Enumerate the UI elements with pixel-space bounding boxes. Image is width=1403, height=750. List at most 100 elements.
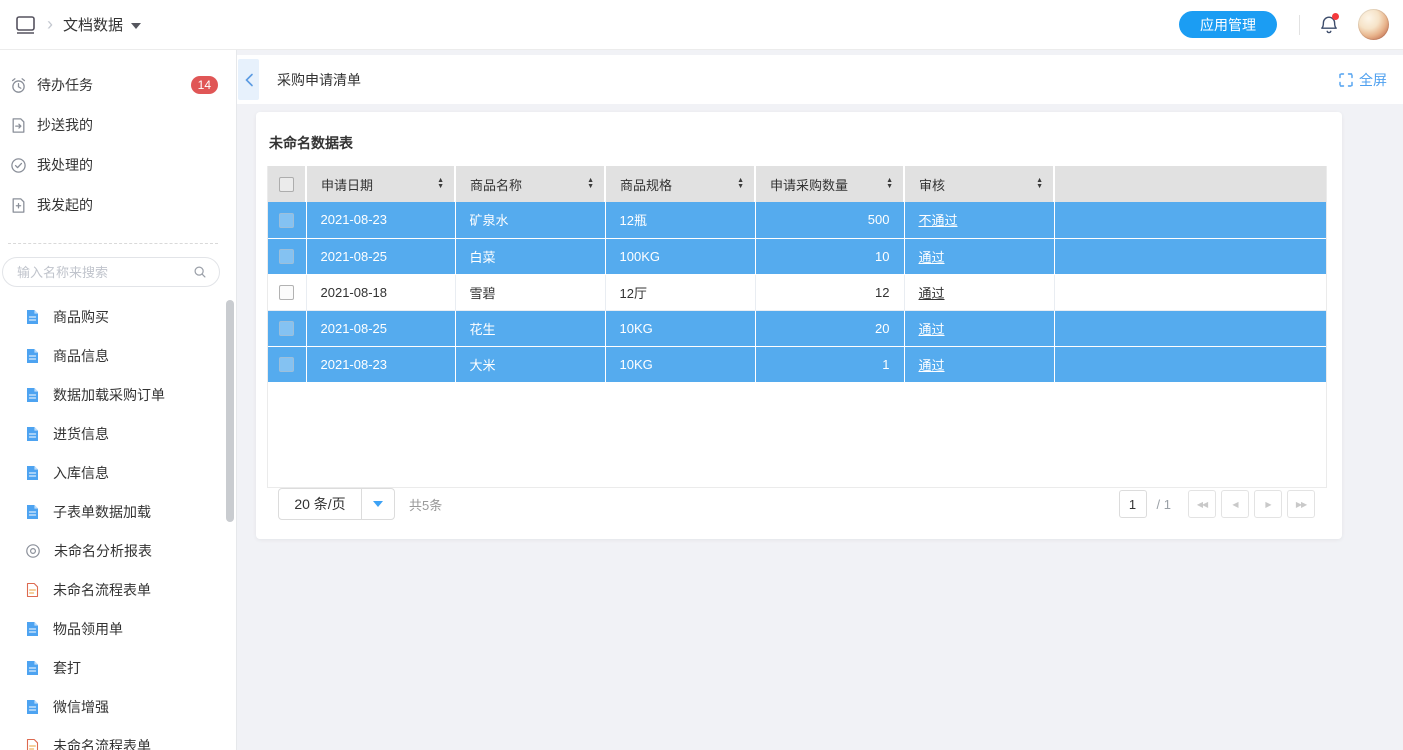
sidebar-form-label: 入库信息 — [53, 463, 109, 483]
row-checkbox[interactable] — [279, 357, 294, 372]
doc-icon — [25, 465, 40, 481]
cell-product-name: 矿泉水 — [455, 202, 605, 238]
doc-forward-icon — [10, 117, 27, 134]
prev-page-button[interactable]: ◀ — [1221, 490, 1249, 518]
audit-link[interactable]: 不通过 — [919, 213, 958, 228]
sort-icon[interactable] — [437, 178, 444, 190]
table-title: 未命名数据表 — [269, 133, 1327, 153]
sidebar-item-handled-by-me[interactable]: 我处理的 — [0, 145, 236, 185]
audit-link[interactable]: 通过 — [919, 358, 945, 373]
sidebar-form-label: 进货信息 — [53, 424, 109, 444]
table-row[interactable]: 2021-08-25 白菜 100KG 10 通过 — [268, 238, 1326, 274]
column-label: 申请采购数量 — [770, 178, 848, 193]
column-header[interactable]: 商品规格 — [605, 166, 755, 202]
column-header[interactable]: 申请采购数量 — [755, 166, 904, 202]
cell-apply-date: 2021-08-23 — [306, 202, 455, 238]
sort-icon[interactable] — [737, 178, 744, 190]
audit-link[interactable]: 通过 — [919, 250, 945, 265]
sidebar-form-item[interactable]: 微信增强 — [0, 687, 236, 726]
table-row[interactable]: 2021-08-25 花生 10KG 20 通过 — [268, 310, 1326, 346]
sidebar-form-item[interactable]: 数据加载采购订单 — [0, 375, 236, 414]
breadcrumb-label: 文档数据 — [63, 14, 123, 35]
page-title: 采购申请清单 — [277, 70, 361, 90]
sidebar-form-item[interactable]: 物品领用单 — [0, 609, 236, 648]
doc-icon — [25, 348, 40, 364]
sidebar-form-item[interactable]: 未命名分析报表 — [0, 531, 236, 570]
sidebar-form-label: 未命名流程表单 — [53, 736, 151, 750]
row-checkbox[interactable] — [279, 213, 294, 228]
cell-product-spec: 100KG — [605, 238, 755, 274]
sidebar-form-label: 套打 — [53, 658, 81, 678]
sidebar-form-item[interactable]: 套打 — [0, 648, 236, 687]
column-header[interactable] — [268, 166, 306, 202]
app-manage-button[interactable]: 应用管理 — [1179, 11, 1277, 38]
sidebar-item-cc-to-me[interactable]: 抄送我的 — [0, 105, 236, 145]
table-row[interactable]: 2021-08-23 矿泉水 12瓶 500 不通过 — [268, 202, 1326, 238]
sidebar-scrollbar[interactable] — [226, 300, 234, 522]
sidebar-form-item[interactable]: 入库信息 — [0, 453, 236, 492]
cell-apply-date: 2021-08-25 — [306, 310, 455, 346]
sort-icon[interactable] — [886, 178, 893, 190]
table-row[interactable]: 2021-08-23 大米 10KG 1 通过 — [268, 346, 1326, 382]
sidebar-item-label: 抄送我的 — [37, 115, 93, 135]
doc-icon — [25, 699, 40, 715]
select-all-checkbox[interactable] — [279, 177, 294, 192]
doc-icon — [25, 426, 40, 442]
search-input[interactable] — [17, 265, 193, 280]
fullscreen-button[interactable]: 全屏 — [1339, 70, 1387, 90]
last-page-button[interactable]: ▶▶ — [1287, 490, 1315, 518]
sidebar-form-item[interactable]: 进货信息 — [0, 414, 236, 453]
page-number-input[interactable]: 1 — [1119, 490, 1147, 518]
column-label: 审核 — [919, 178, 945, 193]
sidebar-form-item[interactable]: 子表单数据加载 — [0, 492, 236, 531]
avatar[interactable] — [1358, 9, 1389, 40]
column-header[interactable]: 审核 — [904, 166, 1054, 202]
sidebar-form-label: 未命名分析报表 — [54, 541, 152, 561]
data-table: 申请日期 商品名称 — [267, 166, 1327, 488]
chevron-left-icon — [244, 73, 254, 87]
workspace-icon[interactable] — [14, 14, 37, 36]
back-button[interactable] — [238, 59, 259, 100]
sidebar-form-item[interactable]: 未命名流程表单 — [0, 570, 236, 609]
sidebar-form-item[interactable]: 商品信息 — [0, 336, 236, 375]
first-page-button[interactable]: ◀◀ — [1188, 490, 1216, 518]
breadcrumb[interactable]: 文档数据 — [63, 14, 141, 35]
table-header-row: 申请日期 商品名称 — [268, 166, 1326, 202]
column-label: 申请日期 — [321, 178, 373, 193]
check-circle-icon — [10, 157, 27, 174]
search-icon[interactable] — [193, 264, 207, 280]
column-header[interactable]: 申请日期 — [306, 166, 455, 202]
sidebar-form-label: 子表单数据加载 — [53, 502, 151, 522]
sidebar-item-started-by-me[interactable]: 我发起的 — [0, 185, 236, 225]
table-row[interactable]: 2021-08-18 雪碧 12厅 12 通过 — [268, 274, 1326, 310]
fullscreen-icon — [1339, 73, 1353, 87]
main-area: 采购申请清单 全屏 未命名数据表 — [237, 50, 1403, 750]
doc-icon — [25, 387, 40, 403]
column-label: 商品规格 — [620, 178, 672, 193]
todo-count-badge: 14 — [191, 76, 218, 94]
sort-icon[interactable] — [587, 178, 594, 190]
fullscreen-label: 全屏 — [1359, 70, 1387, 90]
column-header[interactable] — [1054, 166, 1326, 202]
sidebar-item-todo-tasks[interactable]: 待办任务 14 — [0, 65, 236, 105]
row-checkbox[interactable] — [279, 249, 294, 264]
notification-bell-icon[interactable] — [1318, 14, 1340, 36]
sort-icon[interactable] — [1036, 178, 1043, 190]
audit-link[interactable]: 通过 — [919, 286, 945, 301]
cell-extra — [1054, 202, 1326, 238]
row-checkbox[interactable] — [279, 285, 294, 300]
page-size-select[interactable]: 20 条/页 — [278, 488, 395, 520]
sidebar-form-item[interactable]: 未命名流程表单 — [0, 726, 236, 750]
sidebar-form-label: 微信增强 — [53, 697, 109, 717]
sidebar-form-item[interactable]: 商品购买 — [0, 297, 236, 336]
sidebar-form-label: 未命名流程表单 — [53, 580, 151, 600]
row-checkbox[interactable] — [279, 321, 294, 336]
topbar-divider — [1299, 15, 1300, 35]
page-header: 采购申请清单 全屏 — [237, 55, 1403, 104]
doc-icon — [25, 660, 40, 676]
next-page-button[interactable]: ▶ — [1254, 490, 1282, 518]
cell-product-name: 花生 — [455, 310, 605, 346]
column-header[interactable]: 商品名称 — [455, 166, 605, 202]
audit-link[interactable]: 通过 — [919, 322, 945, 337]
sidebar-form-label: 物品领用单 — [53, 619, 123, 639]
